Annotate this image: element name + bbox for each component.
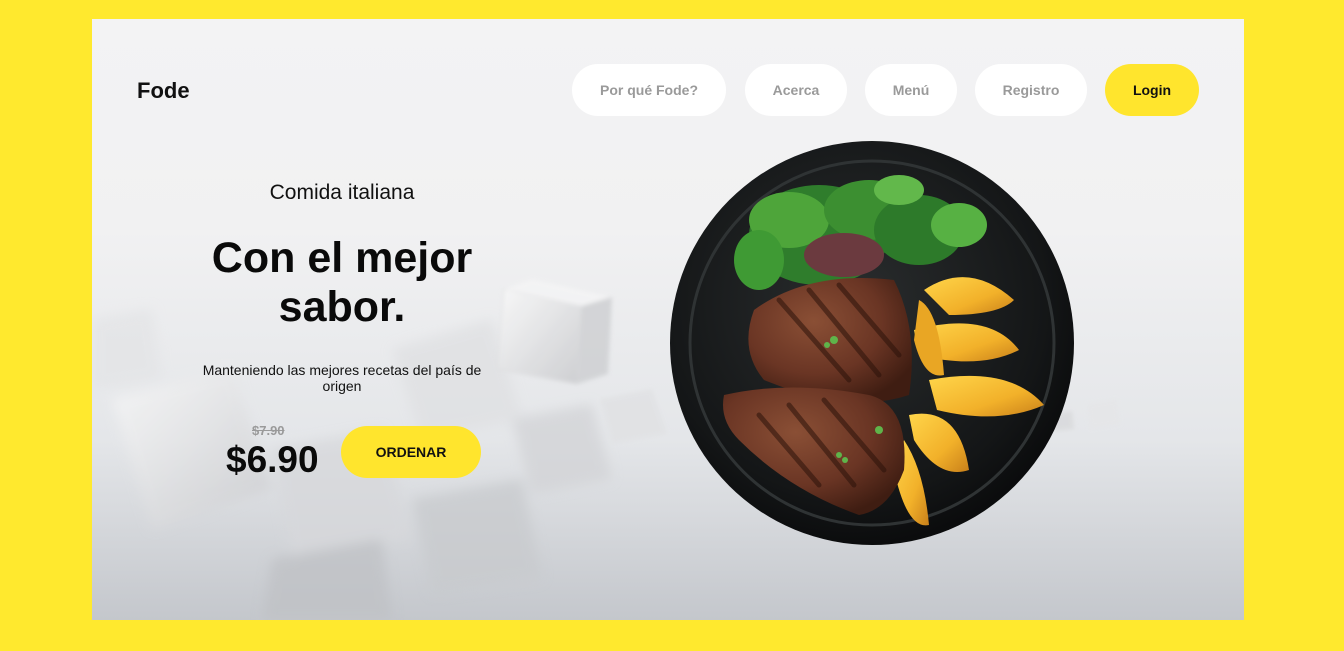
nav-link-menu[interactable]: Menú <box>865 64 957 116</box>
current-price: $6.90 <box>226 439 319 480</box>
nav-link-por-que-fode[interactable]: Por qué Fode? <box>572 64 726 116</box>
hero-description: Manteniendo las mejores recetas del país… <box>202 362 482 394</box>
brand-logo[interactable]: Fode <box>137 78 190 104</box>
hero-card: Fode Por qué Fode? Acerca Menú Registro … <box>92 19 1244 620</box>
hero-title: Con el mejor sabor. <box>211 234 473 331</box>
old-price: $7.90 <box>252 423 285 438</box>
nav-link-acerca[interactable]: Acerca <box>745 64 847 116</box>
nav-link-registro[interactable]: Registro <box>975 64 1087 116</box>
steak-plate-image <box>670 141 1074 545</box>
login-button[interactable]: Login <box>1105 64 1199 116</box>
hero-subtitle: Comida italiana <box>269 181 415 204</box>
order-button[interactable]: ORDENAR <box>341 426 481 478</box>
